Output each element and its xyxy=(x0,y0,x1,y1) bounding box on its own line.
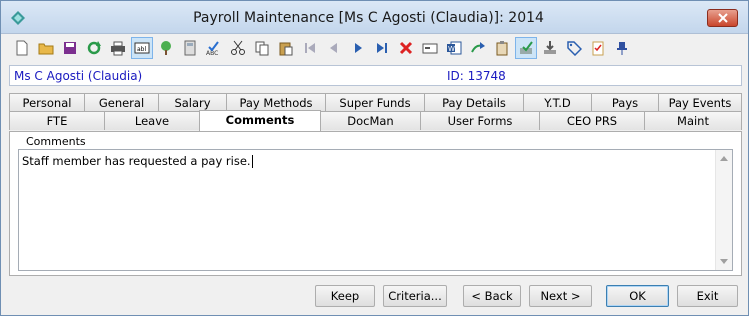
employee-info-bar: Ms C Agosti (Claudia) ID: 13748 xyxy=(9,65,742,86)
chevron-up-icon xyxy=(720,156,728,161)
previous-record-button[interactable] xyxy=(323,37,345,59)
tab-leave[interactable]: Leave xyxy=(104,111,200,130)
scroll-down-button[interactable] xyxy=(716,254,732,270)
approve-icon xyxy=(520,41,533,54)
svg-text:W: W xyxy=(448,45,455,53)
comments-memo[interactable]: Staff member has requested a pay rise. xyxy=(18,149,733,271)
tab-user-forms[interactable]: User Forms xyxy=(420,111,540,130)
cut-icon xyxy=(231,40,245,55)
tab-row-2: FTE Leave Comments DocMan User Forms CEO… xyxy=(9,110,742,131)
delete-icon xyxy=(399,41,413,55)
comments-text: Staff member has requested a pay rise. xyxy=(22,154,251,168)
print-button[interactable] xyxy=(107,37,129,59)
last-record-button[interactable] xyxy=(371,37,393,59)
next-record-button[interactable] xyxy=(347,37,369,59)
toolbar: abl ABC W xyxy=(9,35,742,61)
download-tray-icon xyxy=(544,41,556,54)
criteria-button[interactable]: Criteria... xyxy=(383,285,447,307)
clipboard-icon xyxy=(496,41,508,56)
vertical-scrollbar[interactable] xyxy=(715,150,732,270)
title-bar[interactable]: Payroll Maintenance [Ms C Agosti (Claudi… xyxy=(1,1,748,34)
refresh-button[interactable] xyxy=(83,37,105,59)
scroll-up-button[interactable] xyxy=(716,150,732,166)
tab-pay-events[interactable]: Pay Events xyxy=(658,93,742,112)
employee-name: Ms C Agosti (Claudia) xyxy=(14,69,143,83)
text-caret xyxy=(251,155,253,168)
card-button[interactable] xyxy=(419,37,441,59)
tab-fte[interactable]: FTE xyxy=(9,111,105,130)
back-button[interactable]: < Back xyxy=(463,285,521,307)
tree-button[interactable] xyxy=(155,37,177,59)
checklist-icon xyxy=(592,41,604,56)
delete-button[interactable] xyxy=(395,37,417,59)
last-record-icon xyxy=(377,43,387,53)
tag-icon xyxy=(567,41,582,56)
cut-button[interactable] xyxy=(227,37,249,59)
print-icon xyxy=(111,41,125,56)
new-icon xyxy=(16,40,28,56)
clipboard-button[interactable] xyxy=(491,37,513,59)
open-folder-icon xyxy=(38,43,54,55)
tab-maint[interactable]: Maint xyxy=(644,111,742,130)
first-record-button[interactable] xyxy=(299,37,321,59)
next-button[interactable]: Next > xyxy=(529,285,592,307)
tab-pay-details[interactable]: Pay Details xyxy=(424,93,524,112)
previous-record-icon xyxy=(330,43,337,53)
window-title: Payroll Maintenance [Ms C Agosti (Claudi… xyxy=(193,10,544,26)
comments-panel: Comments Staff member has requested a pa… xyxy=(9,131,742,276)
open-button[interactable] xyxy=(35,37,57,59)
arrow-forward-button[interactable] xyxy=(467,37,489,59)
tab-general[interactable]: General xyxy=(84,93,159,112)
checklist-button[interactable] xyxy=(587,37,609,59)
ok-button[interactable]: OK xyxy=(606,285,669,307)
svg-text:abl: abl xyxy=(137,46,146,53)
first-record-icon xyxy=(305,43,315,53)
pin-icon xyxy=(617,42,627,55)
pin-button[interactable] xyxy=(611,37,633,59)
text-field-button[interactable]: abl xyxy=(131,37,153,59)
text-field-icon: abl xyxy=(134,42,150,54)
exit-button[interactable]: Exit xyxy=(677,285,738,307)
close-button[interactable] xyxy=(707,9,738,27)
payroll-maintenance-window: Payroll Maintenance [Ms C Agosti (Claudi… xyxy=(0,0,749,316)
tab-ceo-prs[interactable]: CEO PRS xyxy=(539,111,645,130)
close-icon xyxy=(717,13,728,23)
spellcheck-button[interactable]: ABC xyxy=(203,37,225,59)
word-icon: W xyxy=(447,41,462,55)
next-record-icon xyxy=(355,43,362,53)
paste-icon xyxy=(279,42,293,56)
comments-group-label: Comments xyxy=(24,135,88,148)
word-button[interactable]: W xyxy=(443,37,465,59)
tab-pays[interactable]: Pays xyxy=(591,93,659,112)
tab-personal[interactable]: Personal xyxy=(9,93,85,112)
approve-button[interactable] xyxy=(515,37,537,59)
card-icon xyxy=(422,43,438,54)
refresh-icon xyxy=(87,41,101,55)
download-tray-button[interactable] xyxy=(539,37,561,59)
tab-strip: Personal General Salary Pay Methods Supe… xyxy=(9,92,742,132)
calculator-button[interactable] xyxy=(179,37,201,59)
copy-button[interactable] xyxy=(251,37,273,59)
employee-id: ID: 13748 xyxy=(447,69,506,83)
chevron-down-icon xyxy=(720,259,728,264)
tab-docman[interactable]: DocMan xyxy=(320,111,421,130)
tab-row-1: Personal General Salary Pay Methods Supe… xyxy=(9,93,742,112)
arrow-forward-icon xyxy=(471,42,485,53)
copy-icon xyxy=(255,41,269,56)
paste-button[interactable] xyxy=(275,37,297,59)
new-button[interactable] xyxy=(11,37,33,59)
save-button[interactable] xyxy=(59,37,81,59)
tab-ytd[interactable]: Y.T.D xyxy=(523,93,592,112)
tag-button[interactable] xyxy=(563,37,585,59)
tab-comments[interactable]: Comments xyxy=(199,110,321,131)
save-icon xyxy=(64,42,76,54)
tab-super-funds[interactable]: Super Funds xyxy=(325,93,425,112)
tree-icon xyxy=(161,41,171,55)
keep-button[interactable]: Keep xyxy=(315,285,375,307)
spellcheck-icon: ABC xyxy=(206,41,219,56)
calculator-icon xyxy=(184,40,196,56)
